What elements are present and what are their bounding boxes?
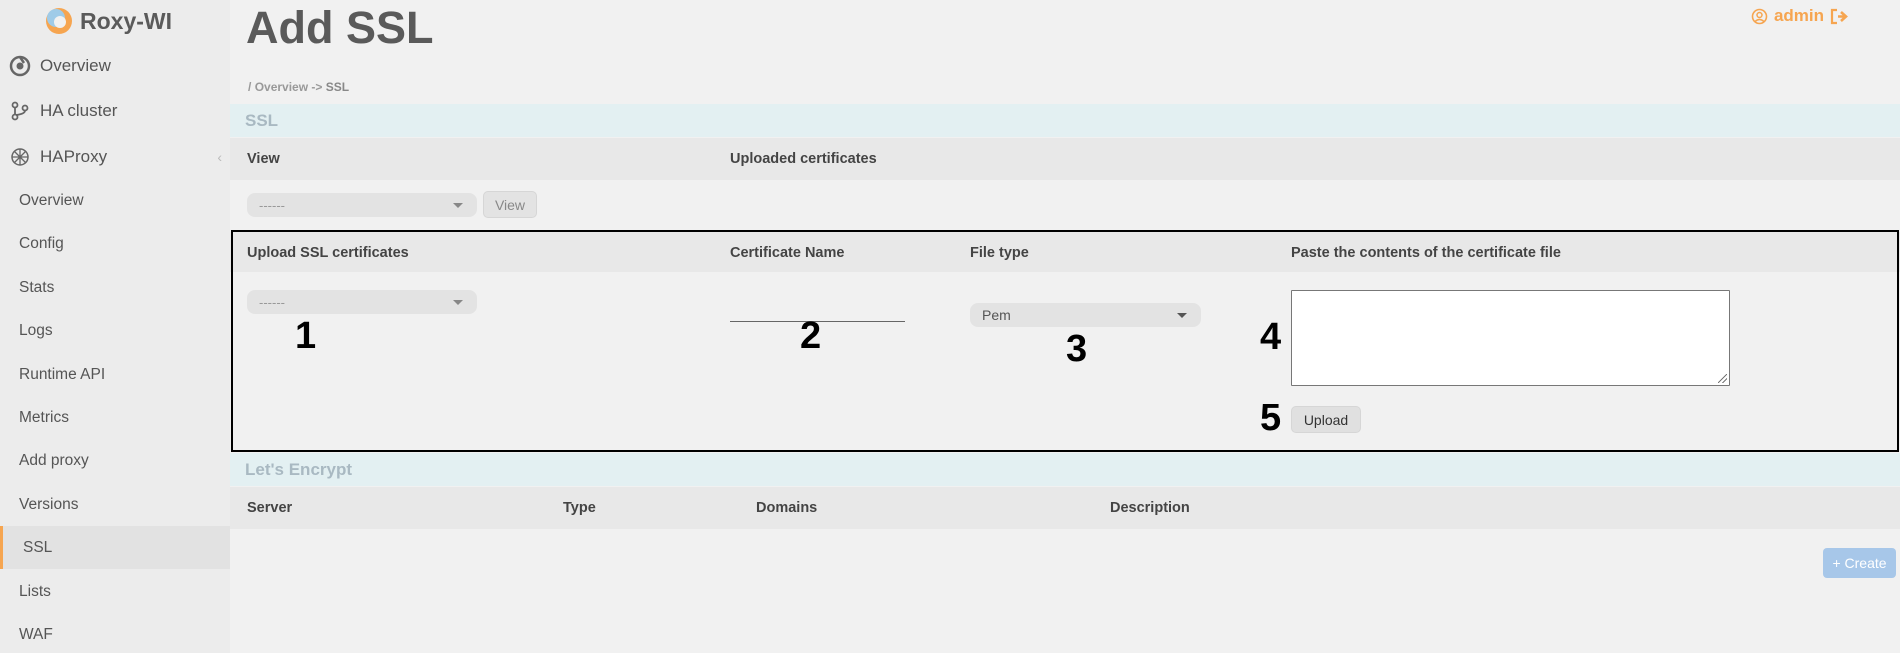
user-icon xyxy=(1751,8,1768,24)
sidebar-subitem-lists[interactable]: Lists xyxy=(0,570,230,613)
letsencrypt-table-header: Server Type Domains Description xyxy=(230,487,1900,529)
annotation-marker-2: 2 xyxy=(800,315,822,357)
collapse-arrow-icon[interactable]: ‹ xyxy=(217,149,222,165)
domains-column-header: Domains xyxy=(756,500,818,516)
roxy-logo-icon xyxy=(46,8,72,34)
description-column-header: Description xyxy=(1110,500,1190,516)
annotation-marker-5: 5 xyxy=(1260,397,1282,439)
sidebar-item-ha-cluster[interactable]: HA cluster xyxy=(0,89,230,133)
sidebar-subitem-add-proxy[interactable]: Add proxy xyxy=(0,439,230,482)
letsencrypt-section-title-text: Let's Encrypt xyxy=(245,459,353,479)
sidebar-subitem-overview[interactable]: Overview xyxy=(0,179,230,222)
breadcrumb-current: SSL xyxy=(325,80,350,94)
sidebar-subitem-label: Overview xyxy=(19,191,84,209)
sidebar-subitem-label: Add proxy xyxy=(19,451,89,469)
sidebar-subitem-label: Lists xyxy=(19,582,51,600)
uploaded-certificates-header: Uploaded certificates xyxy=(730,151,877,167)
view-server-select-value: ------ xyxy=(259,197,285,213)
ssl-section-title: SSL xyxy=(230,104,1900,137)
sidebar-item-overview[interactable]: Overview xyxy=(0,44,230,88)
sidebar-subitem-label: WAF xyxy=(19,625,53,643)
brand-name: Roxy-WI xyxy=(80,7,172,34)
sidebar-subitem-logs[interactable]: Logs xyxy=(0,309,230,352)
breadcrumb-separator: / xyxy=(248,80,252,94)
sidebar-item-label: HAProxy xyxy=(40,147,108,166)
page-title: Add SSL xyxy=(246,2,434,53)
sidebar-subitem-metrics[interactable]: Metrics xyxy=(0,396,230,439)
annotation-marker-4: 4 xyxy=(1260,316,1282,358)
sidebar-subitem-runtime-api[interactable]: Runtime API xyxy=(0,353,230,396)
chevron-down-icon xyxy=(453,203,463,208)
sidebar-subitem-ssl[interactable]: SSL xyxy=(0,526,230,569)
sidebar-subitem-label: Stats xyxy=(19,278,55,296)
upload-highlight-box xyxy=(231,230,1899,452)
sidebar-subitem-label: Metrics xyxy=(19,408,69,426)
sidebar-subitem-label: SSL xyxy=(23,538,53,556)
sidebar: Roxy-WI Overview HA cluster HAProxy ‹ Ov… xyxy=(0,0,230,653)
sidebar-item-label: HA cluster xyxy=(40,101,118,120)
create-button[interactable]: + Create xyxy=(1823,548,1896,578)
user-menu[interactable]: admin xyxy=(1751,6,1850,26)
sidebar-subitem-label: Config xyxy=(19,234,64,252)
sidebar-subitem-label: Logs xyxy=(19,321,53,339)
sidebar-item-haproxy[interactable]: HAProxy ‹ xyxy=(0,135,230,179)
haproxy-icon xyxy=(8,145,32,169)
brand[interactable]: Roxy-WI xyxy=(44,4,172,38)
sidebar-subitem-label: Versions xyxy=(19,495,79,513)
logout-icon[interactable] xyxy=(1830,8,1850,25)
sidebar-item-label: Overview xyxy=(40,56,111,75)
annotation-marker-1: 1 xyxy=(295,315,317,357)
view-button[interactable]: View xyxy=(483,191,537,218)
view-column-header: View xyxy=(247,151,280,167)
type-column-header: Type xyxy=(563,500,596,516)
server-column-header: Server xyxy=(247,500,293,516)
username: admin xyxy=(1773,6,1824,25)
view-table-header: View Uploaded certificates xyxy=(230,138,1900,180)
breadcrumb: / Overview -> SSL xyxy=(248,80,349,94)
view-server-select[interactable]: ------ xyxy=(247,193,477,217)
sidebar-subitem-label: Runtime API xyxy=(19,365,106,383)
letsencrypt-section-title: Let's Encrypt xyxy=(230,453,1900,486)
ssl-section-title-text: SSL xyxy=(245,110,279,130)
overview-icon xyxy=(8,54,32,78)
sidebar-subitem-versions[interactable]: Versions xyxy=(0,483,230,526)
breadcrumb-arrow: -> xyxy=(311,80,323,94)
branch-icon xyxy=(8,99,32,123)
annotation-marker-3: 3 xyxy=(1066,328,1088,370)
sidebar-subitem-waf[interactable]: WAF xyxy=(0,613,230,653)
breadcrumb-overview-link[interactable]: Overview xyxy=(255,80,308,94)
sidebar-subitem-config[interactable]: Config xyxy=(0,222,230,265)
sidebar-subitem-stats[interactable]: Stats xyxy=(0,266,230,309)
